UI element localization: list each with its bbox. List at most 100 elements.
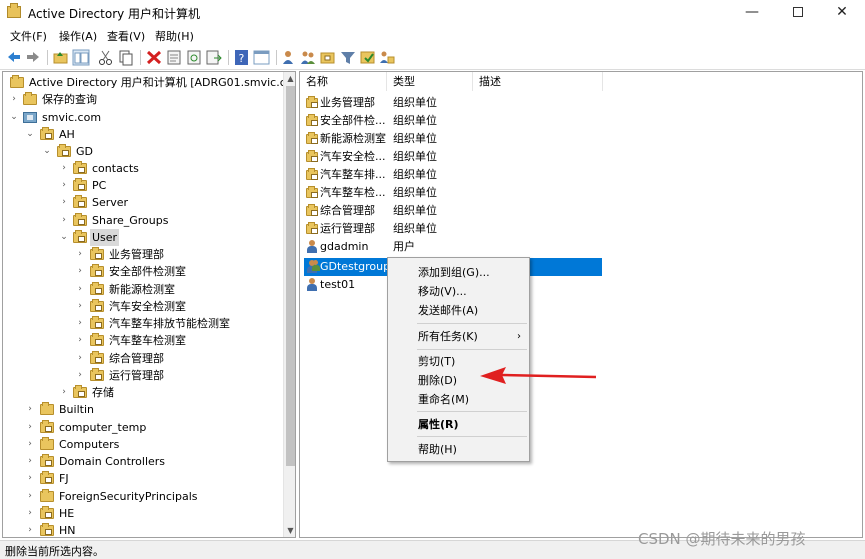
expand-arrow-icon[interactable]: ›: [59, 384, 69, 401]
minimize-button[interactable]: —: [729, 0, 775, 26]
properties-icon[interactable]: [165, 49, 183, 66]
collapse-arrow-icon[interactable]: ⌄: [9, 109, 19, 126]
scroll-up-icon[interactable]: ▲: [284, 72, 295, 85]
ou-icon: [73, 161, 87, 174]
aduc-app-icon: [7, 3, 21, 18]
up-folder-icon[interactable]: [52, 49, 70, 66]
expand-arrow-icon[interactable]: ›: [75, 367, 85, 384]
delegate-icon[interactable]: [378, 49, 396, 66]
menu-separator: [417, 349, 527, 350]
copy-icon[interactable]: [117, 49, 135, 66]
users-icon[interactable]: [280, 49, 298, 66]
list-item[interactable]: test01: [300, 276, 862, 294]
menu-bar: 文件(F) 操作(A) 查看(V) 帮助(H): [0, 26, 865, 45]
expand-arrow-icon[interactable]: ›: [75, 315, 85, 332]
list-item[interactable]: 综合管理部 组织单位: [300, 202, 862, 220]
title-bar[interactable]: Active Directory 用户和计算机 — ✕: [0, 0, 865, 26]
maximize-button[interactable]: [775, 0, 821, 26]
expand-arrow-icon[interactable]: ›: [75, 281, 85, 298]
console-tree[interactable]: Active Directory 用户和计算机 [ADRG01.smvic.co…: [2, 71, 296, 538]
list-item[interactable]: 汽车安全检... 组织单位: [300, 148, 862, 166]
menu-file[interactable]: 文件(F): [10, 28, 47, 44]
column-header-description[interactable]: 描述: [473, 72, 603, 91]
delete-icon[interactable]: [145, 49, 163, 66]
ou-icon: [90, 299, 104, 312]
ou-icon: [40, 523, 54, 536]
menu-item-help[interactable]: 帮助(H): [388, 440, 529, 459]
submenu-arrow-icon: ›: [517, 331, 521, 342]
ou-icon: [306, 132, 318, 144]
ou-icon: [40, 420, 54, 433]
expand-arrow-icon[interactable]: ›: [9, 91, 19, 108]
menu-item-send-mail[interactable]: 发送邮件(A): [388, 301, 529, 320]
column-header-type[interactable]: 类型: [387, 72, 473, 91]
expand-arrow-icon[interactable]: ›: [25, 488, 35, 505]
list-item[interactable]: 安全部件检... 组织单位: [300, 112, 862, 130]
expand-arrow-icon[interactable]: ›: [25, 453, 35, 470]
folder-icon: [40, 437, 54, 450]
expand-arrow-icon[interactable]: ›: [75, 246, 85, 263]
collapse-arrow-icon[interactable]: ⌄: [25, 126, 35, 143]
menu-item-rename[interactable]: 重命名(M): [388, 390, 529, 409]
list-item[interactable]: 新能源检测室 组织单位: [300, 130, 862, 148]
expand-arrow-icon[interactable]: ›: [25, 419, 35, 436]
show-tree-icon[interactable]: [72, 49, 90, 66]
cut-icon[interactable]: [97, 49, 115, 66]
expand-arrow-icon[interactable]: ›: [59, 177, 69, 194]
find-icon[interactable]: [359, 49, 377, 66]
group-icon: [306, 260, 320, 273]
list-item[interactable]: 汽车整车排... 组织单位: [300, 166, 862, 184]
scroll-down-icon[interactable]: ▼: [284, 524, 295, 537]
list-item[interactable]: gdadmin 用户: [300, 238, 862, 256]
menu-item-add-to-group[interactable]: 添加到组(G)...: [388, 263, 529, 282]
back-icon[interactable]: [5, 49, 23, 66]
list-item[interactable]: 运行管理部 组织单位: [300, 220, 862, 238]
tree-scrollbar[interactable]: ▲ ▼: [283, 72, 295, 537]
expand-arrow-icon[interactable]: ›: [25, 436, 35, 453]
details-list[interactable]: 名称 类型 描述 业务管理部 组织单位 安全部件检... 组织单位 新能源检测室…: [299, 71, 863, 538]
expand-arrow-icon[interactable]: ›: [25, 522, 35, 537]
export-icon[interactable]: [205, 49, 223, 66]
expand-arrow-icon[interactable]: ›: [75, 332, 85, 349]
groups-icon[interactable]: [299, 49, 317, 66]
ou-icon: [306, 204, 318, 216]
menu-help[interactable]: 帮助(H): [155, 28, 194, 44]
toolbar-separator: [140, 50, 141, 65]
view-icon[interactable]: [253, 49, 271, 66]
expand-arrow-icon[interactable]: ›: [75, 298, 85, 315]
list-item[interactable]: 业务管理部 组织单位: [300, 94, 862, 112]
forward-icon[interactable]: [24, 49, 42, 66]
collapse-arrow-icon[interactable]: ⌄: [42, 143, 52, 160]
expand-arrow-icon[interactable]: ›: [59, 194, 69, 211]
expand-arrow-icon[interactable]: ›: [59, 212, 69, 229]
expand-arrow-icon[interactable]: ›: [25, 401, 35, 418]
ou-icon: [73, 195, 87, 208]
svg-text:?: ?: [239, 52, 245, 65]
ou-icon: [306, 150, 318, 162]
close-button[interactable]: ✕: [819, 0, 865, 26]
expand-arrow-icon[interactable]: ›: [75, 350, 85, 367]
maximize-icon: [793, 7, 803, 17]
expand-arrow-icon[interactable]: ›: [25, 505, 35, 522]
window-title: Active Directory 用户和计算机: [28, 7, 201, 21]
refresh-icon[interactable]: [185, 49, 203, 66]
expand-arrow-icon[interactable]: ›: [25, 470, 35, 487]
menu-view[interactable]: 查看(V): [107, 28, 145, 44]
filter-icon[interactable]: [339, 49, 357, 66]
scrollbar-thumb[interactable]: [286, 86, 295, 466]
column-header-name[interactable]: 名称: [300, 72, 387, 91]
menu-item-move[interactable]: 移动(V)...: [388, 282, 529, 301]
expand-arrow-icon[interactable]: ›: [75, 263, 85, 280]
menu-action[interactable]: 操作(A): [59, 28, 97, 44]
ou-icon: [306, 186, 318, 198]
expand-arrow-icon[interactable]: ›: [59, 160, 69, 177]
list-item[interactable]: 汽车整车检... 组织单位: [300, 184, 862, 202]
add-to-group-icon[interactable]: [319, 49, 337, 66]
folder-icon: [40, 402, 54, 415]
menu-item-all-tasks[interactable]: 所有任务(K) ›: [388, 327, 529, 346]
collapse-arrow-icon[interactable]: ⌄: [59, 229, 69, 246]
toolbar: ?: [0, 46, 865, 70]
menu-item-properties[interactable]: 属性(R): [388, 415, 529, 434]
domain-icon: [23, 112, 37, 123]
help-icon[interactable]: ?: [233, 49, 251, 66]
